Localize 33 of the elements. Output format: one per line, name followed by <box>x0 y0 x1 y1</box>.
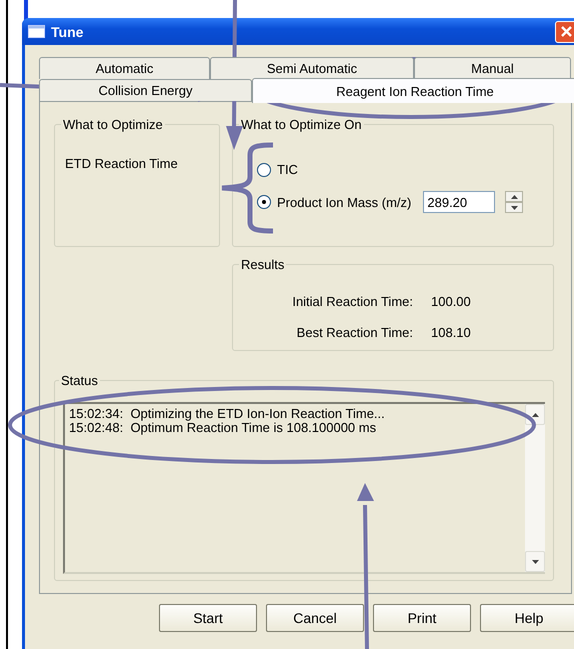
window-title: Tune <box>51 24 84 40</box>
result-value: 108.10 <box>431 325 472 340</box>
spin-down-button[interactable] <box>505 202 524 213</box>
optimize-target: ETD Reaction Time <box>65 156 179 171</box>
result-label: Best Reaction Time: <box>296 325 413 340</box>
group-title: Results <box>240 257 286 272</box>
down-arrow-icon <box>532 560 538 564</box>
up-arrow-icon <box>532 412 538 416</box>
dialog-button[interactable]: Cancel <box>266 604 364 632</box>
radio-button[interactable] <box>257 195 271 209</box>
close-icon <box>560 25 573 38</box>
spin-up-button[interactable] <box>505 191 524 202</box>
radio-label: TIC <box>277 162 298 177</box>
window-icon <box>28 25 45 38</box>
log-line: 15:02:48: Optimum Reaction Time is 108.100000 ms <box>69 421 378 435</box>
down-arrow-icon <box>510 206 518 210</box>
group-title: What to Optimize <box>62 117 164 132</box>
dialog-button[interactable]: Help <box>480 604 574 632</box>
group-title: Status <box>60 373 99 388</box>
up-arrow-icon <box>510 194 518 198</box>
dialog-button[interactable]: Start <box>159 604 257 632</box>
scroll-up-button[interactable] <box>525 404 545 425</box>
mass-input-field[interactable]: 289.20 <box>423 191 496 213</box>
group-title: What to Optimize On <box>240 117 363 132</box>
radio-button[interactable] <box>257 162 271 176</box>
dialog-button[interactable]: Print <box>373 604 471 632</box>
scroll-down-button[interactable] <box>525 551 545 572</box>
tab[interactable]: Automatic <box>39 57 210 79</box>
log-line: 15:02:34: Optimizing the ETD Ion-Ion Reaction Time... <box>69 407 386 421</box>
radio-label: Product Ion Mass (m/z) <box>277 194 412 210</box>
close-button[interactable] <box>555 20 574 42</box>
result-label: Initial Reaction Time: <box>291 294 413 309</box>
result-value: 100.00 <box>431 294 472 309</box>
